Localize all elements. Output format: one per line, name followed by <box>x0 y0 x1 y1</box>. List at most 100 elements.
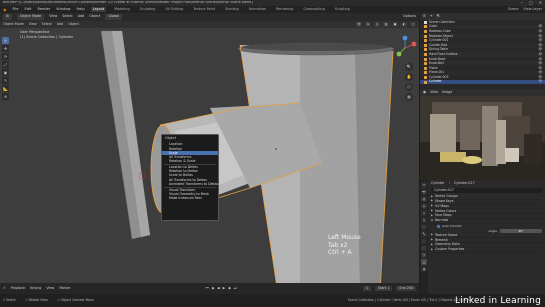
menu-select[interactable]: Select <box>62 14 72 18</box>
angle-field[interactable]: 30° <box>500 228 542 234</box>
timeline-menu-keying[interactable]: Keying <box>30 286 41 290</box>
physics-tab-icon[interactable]: ◯ <box>421 245 427 251</box>
render-shading-icon[interactable]: ○ <box>410 22 416 27</box>
timeline-menu-playback[interactable]: Playback <box>11 286 26 290</box>
subheader-object[interactable]: Object <box>68 22 79 26</box>
timeline-menu-marker[interactable]: Marker <box>59 286 70 290</box>
prev-keyframe-icon[interactable]: ◆ <box>212 286 215 290</box>
jump-start-icon[interactable]: ⏮ <box>206 286 209 290</box>
timeline-menu-view[interactable]: View <box>46 286 54 290</box>
next-keyframe-icon[interactable]: ◆ <box>228 286 231 290</box>
close-button[interactable]: ✕ <box>539 1 542 5</box>
ortho-toggle-icon[interactable]: ▦ <box>405 93 413 101</box>
minimize-button[interactable]: – <box>521 1 523 5</box>
start-frame-field[interactable]: Start 1 <box>375 285 393 292</box>
menu-view[interactable]: View <box>49 14 57 18</box>
zoom-icon[interactable]: 🔍 <box>405 63 413 71</box>
solid-shading-icon[interactable]: ● <box>392 22 398 27</box>
blender-logo-icon[interactable]: ◉ <box>3 7 7 12</box>
subheader-select[interactable]: Select <box>42 22 52 26</box>
apply-rotation-scale-item[interactable]: Rotation & Scale <box>162 159 218 163</box>
menu-file[interactable]: File <box>13 7 19 12</box>
end-frame-field[interactable]: End 250 <box>396 285 416 292</box>
maximize-button[interactable]: □ <box>529 1 533 5</box>
mesh-data-tab-icon[interactable]: △ <box>421 259 427 265</box>
mode-dropdown[interactable]: Object Mode <box>16 14 45 20</box>
jump-end-icon[interactable]: ⏭ <box>234 286 237 290</box>
outliner-row-selected[interactable]: Cylinder 👁 <box>420 79 545 85</box>
play-reverse-icon[interactable]: ◀ <box>217 286 220 290</box>
overlay-toggle-icon[interactable]: ◎ <box>374 22 380 27</box>
annotate-tool-icon[interactable]: ✎ <box>2 77 9 84</box>
measure-tool-icon[interactable]: 📐 <box>2 85 9 92</box>
view-layer-tab-icon[interactable]: ▤ <box>421 203 427 209</box>
eye-icon[interactable]: 👁 <box>538 80 542 83</box>
rotate-tool-icon[interactable]: ⟳ <box>2 53 9 60</box>
workspace-tab-shading[interactable]: Shading <box>223 7 241 12</box>
workspace-tab-modeling[interactable]: Modeling <box>112 7 131 12</box>
menu-render[interactable]: Render <box>37 7 50 12</box>
editor-type-icon[interactable]: ⊞ <box>3 14 12 20</box>
eye-icon[interactable]: 👁 <box>538 39 542 42</box>
play-icon[interactable]: ▶ <box>223 286 226 290</box>
workspace-tab-compositing[interactable]: Compositing <box>301 7 326 12</box>
menu-object[interactable]: Object <box>89 14 100 18</box>
select-tool-icon[interactable]: ⊹ <box>2 37 9 44</box>
menu-add[interactable]: Add <box>78 14 85 18</box>
section-custom-properties[interactable]: ▶ Custom Properties <box>431 248 542 253</box>
workspace-tab-rendering[interactable]: Rendering <box>274 7 295 12</box>
transform-orientation-dropdown[interactable]: Global <box>105 14 123 20</box>
scale-tool-icon[interactable]: ⤢ <box>2 61 9 68</box>
outliner-editor-icon[interactable]: ☰ <box>423 14 426 18</box>
mesh-name-field[interactable]: Cylinder.017 <box>431 188 542 193</box>
current-frame-field[interactable]: 1 <box>363 285 372 292</box>
object-tab-icon[interactable]: ▢ <box>421 224 427 230</box>
workspace-tab-animation[interactable]: Animation <box>247 7 268 12</box>
subheader-add[interactable]: Add <box>57 22 63 26</box>
timeline-editor-icon[interactable]: ⏱ <box>3 286 6 290</box>
menu-window[interactable]: Window <box>56 7 70 12</box>
outliner-filter-icon[interactable]: ⏷ <box>430 14 433 18</box>
subheader-mode[interactable]: Object Mode <box>3 22 24 26</box>
thin-pipe-mesh[interactable] <box>100 30 151 240</box>
gizmo-toggle-icon[interactable]: ⊕ <box>365 22 371 27</box>
eye-icon[interactable]: 👁 <box>538 52 542 56</box>
workspace-tab-layout[interactable]: Layout <box>90 6 107 13</box>
outliner-search-icon[interactable]: 🔍 <box>437 14 441 18</box>
workspace-tab-texture-paint[interactable]: Texture Paint <box>191 7 217 12</box>
menu-edit[interactable]: Edit <box>25 7 32 12</box>
render-tab-icon[interactable]: 📷 <box>421 189 427 195</box>
view-layer-selector[interactable]: View Layer <box>523 7 542 11</box>
workspace-tab-sculpting[interactable]: Sculpting <box>138 7 158 12</box>
workspace-tab-scripting[interactable]: Scripting <box>333 7 352 12</box>
constraints-tab-icon[interactable]: ⛓ <box>421 252 427 258</box>
eye-icon[interactable]: 👁 <box>538 71 542 74</box>
scene-tab-icon[interactable]: ◈ <box>421 210 427 216</box>
eye-icon[interactable]: 👁 <box>538 61 542 65</box>
particles-tab-icon[interactable]: ∴ <box>421 238 427 244</box>
image-editor-type-icon[interactable]: ▣ <box>423 90 426 94</box>
material-shading-icon[interactable]: ◐ <box>401 22 407 27</box>
workspace-tab-uv-editing[interactable]: UV Editing <box>163 7 185 12</box>
add-cube-tool-icon[interactable]: ⊕ <box>2 93 9 100</box>
animated-transforms-to-deltas-item[interactable]: Animated Transforms to Deltas <box>162 182 218 186</box>
options-dropdown[interactable]: Options <box>403 14 416 18</box>
modifier-tab-icon[interactable]: 🔧 <box>421 231 427 237</box>
eye-icon[interactable]: 👁 <box>538 25 542 28</box>
eye-icon[interactable]: 👁 <box>538 29 542 33</box>
menu-help[interactable]: Help <box>76 7 84 12</box>
subheader-view[interactable]: View <box>29 22 37 26</box>
output-tab-icon[interactable]: 🖨 <box>421 196 427 202</box>
make-instances-real-item[interactable]: Make Instances Real <box>162 196 218 200</box>
pan-icon[interactable]: ✋ <box>405 73 413 81</box>
camera-view-icon[interactable]: 🎥 <box>405 83 413 91</box>
transform-tool-icon[interactable]: ▣ <box>2 69 9 76</box>
eye-icon[interactable]: 👁 <box>538 48 542 51</box>
image-menu-image[interactable]: Image <box>442 90 452 94</box>
xray-toggle-icon[interactable]: ▨ <box>383 22 389 27</box>
navigation-gizmo-icon[interactable] <box>392 35 418 61</box>
checkbox-checked-icon[interactable] <box>437 224 440 228</box>
image-menu-view[interactable]: View <box>430 90 438 94</box>
move-tool-icon[interactable]: ✥ <box>2 45 9 52</box>
world-tab-icon[interactable]: ◍ <box>421 217 427 223</box>
